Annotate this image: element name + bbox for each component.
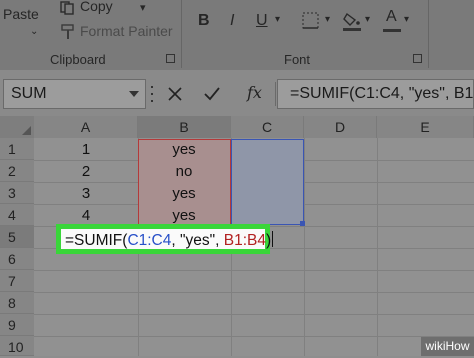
row-header-9[interactable]: 9 <box>0 314 34 336</box>
formula-ref-b: B1:B4 <box>223 232 266 249</box>
font-color-dropdown-icon[interactable]: ▾ <box>404 14 409 25</box>
formula-divider <box>275 82 276 106</box>
cancel-icon[interactable] <box>167 86 183 102</box>
fill-color-dropdown-icon[interactable]: ▾ <box>365 14 370 25</box>
group-divider <box>428 0 429 68</box>
cell-b3[interactable]: yes <box>138 185 230 202</box>
cell-a3[interactable]: 3 <box>34 185 138 202</box>
copy-dropdown-icon[interactable]: ▾ <box>140 1 146 14</box>
row-header-3[interactable]: 3 <box>0 182 34 204</box>
paste-button[interactable]: Paste <box>3 6 39 22</box>
group-divider <box>181 0 182 68</box>
formula-prefix: =SUMIF( <box>65 232 128 249</box>
name-box-value: SUM <box>11 85 47 102</box>
borders-dropdown-icon[interactable]: ▾ <box>325 14 330 25</box>
cell-b4[interactable]: yes <box>138 207 230 224</box>
row-header-1[interactable]: 1 <box>0 138 34 160</box>
underline-dropdown-icon[interactable]: ▾ <box>275 14 280 25</box>
formula-ref-c: C1:C4 <box>127 232 172 249</box>
row-header-2[interactable]: 2 <box>0 160 34 182</box>
formula-buttons: fx <box>153 79 271 109</box>
cell-a1[interactable]: 1 <box>34 141 138 158</box>
font-color-swatch <box>383 29 401 32</box>
clipboard-group-label: Clipboard <box>50 52 106 67</box>
column-header-e[interactable]: E <box>377 116 474 138</box>
paintbrush-icon <box>61 24 74 39</box>
grid-line <box>304 138 305 356</box>
row-header-7[interactable]: 7 <box>0 270 34 292</box>
insert-function-button[interactable]: fx <box>247 83 262 102</box>
formula-criteria: "yes" <box>180 232 216 249</box>
range-c1-c4-highlight <box>231 139 304 225</box>
bold-button[interactable]: B <box>198 12 210 30</box>
row-header-6[interactable]: 6 <box>0 248 34 270</box>
column-header-c[interactable]: C <box>231 116 304 138</box>
row-header-5[interactable]: 5 <box>0 226 34 248</box>
grid-line <box>377 138 378 356</box>
select-all-corner[interactable] <box>0 116 34 138</box>
enter-check-icon[interactable] <box>203 86 221 102</box>
row-header-8[interactable]: 8 <box>0 292 34 314</box>
formula-sep: , <box>215 232 224 249</box>
grid-line <box>34 336 474 337</box>
clipboard-launcher-icon[interactable] <box>166 54 175 63</box>
font-color-letter: A <box>386 8 397 25</box>
row-header-4[interactable]: 4 <box>0 204 34 226</box>
text-cursor <box>272 231 274 247</box>
italic-button[interactable]: I <box>230 12 234 30</box>
cell-a4[interactable]: 4 <box>34 207 138 224</box>
fill-color-button[interactable] <box>342 10 362 37</box>
borders-button[interactable] <box>302 12 320 35</box>
paste-dropdown-icon[interactable]: ⌄ <box>30 26 38 37</box>
wikihow-watermark: wikiHow <box>421 337 474 356</box>
formula-sep: , <box>171 232 180 249</box>
name-box[interactable]: SUM <box>3 79 146 109</box>
grid-line <box>34 270 474 271</box>
column-header-d[interactable]: D <box>304 116 377 138</box>
font-group-label: Font <box>284 52 311 67</box>
copy-icon <box>60 1 74 15</box>
cell-a2[interactable]: 2 <box>34 163 138 180</box>
borders-icon <box>302 12 319 29</box>
row-header-10[interactable]: 10 <box>0 336 34 356</box>
column-header-b[interactable]: B <box>138 116 231 138</box>
copy-label: Copy <box>80 0 113 14</box>
paste-label: Paste <box>3 6 39 22</box>
font-launcher-icon[interactable] <box>413 54 422 63</box>
active-cell-editor[interactable]: =SUMIF(C1:C4, "yes", B1:B4) <box>56 224 274 254</box>
formula-text: =SUMIF(C1:C4, "yes", B1:B4 <box>290 85 474 102</box>
formula-input[interactable]: =SUMIF(C1:C4, "yes", B1:B4 <box>277 79 474 109</box>
underline-button[interactable]: U <box>256 12 268 30</box>
cell-b1[interactable]: yes <box>138 141 230 158</box>
formula-suffix: ) <box>265 232 272 249</box>
grid-line <box>34 314 474 315</box>
name-box-dropdown-icon[interactable] <box>129 91 139 97</box>
range-resize-handle[interactable] <box>300 221 305 226</box>
cell-b2[interactable]: no <box>138 163 230 180</box>
paint-bucket-icon <box>343 12 361 31</box>
column-header-a[interactable]: A <box>34 116 138 138</box>
format-painter-label: Format Painter <box>80 23 173 39</box>
cell-formula: =SUMIF(C1:C4, "yes", B1:B4) <box>65 231 274 250</box>
grid-line <box>34 292 474 293</box>
